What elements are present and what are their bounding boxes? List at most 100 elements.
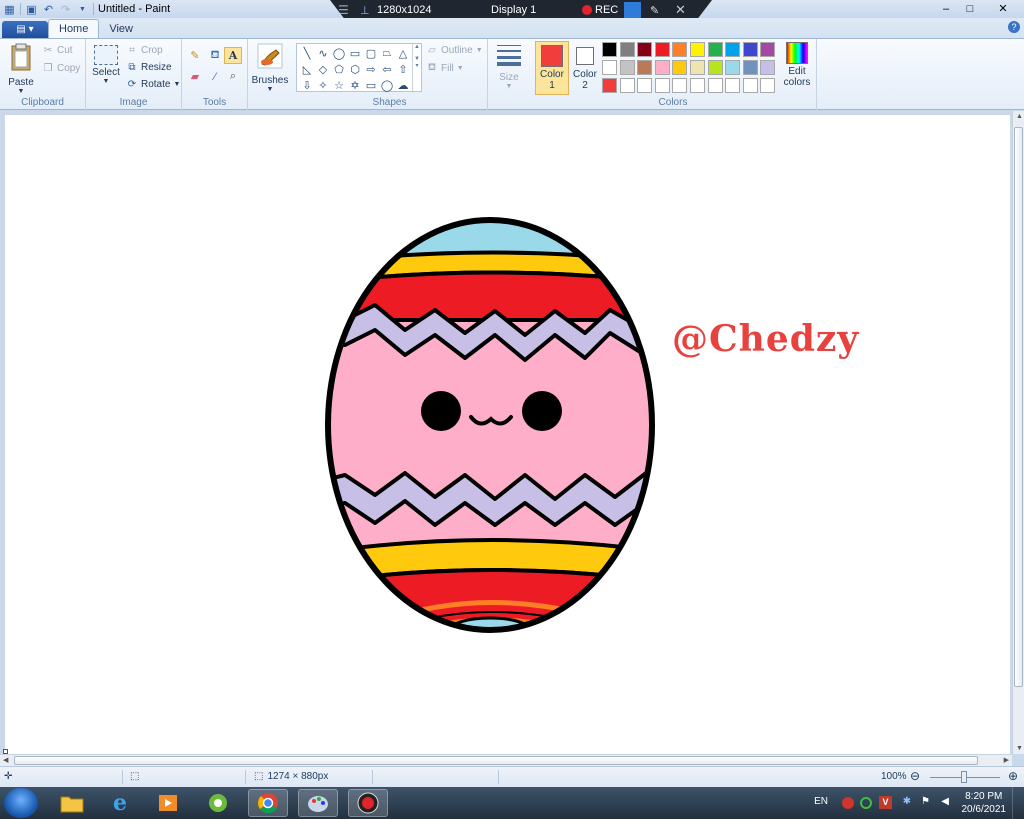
greenshot-icon[interactable] <box>198 789 238 817</box>
color-picker-icon[interactable]: ⁄ <box>206 68 224 85</box>
select-button[interactable]: Select ▼ <box>90 45 122 85</box>
pentagon-shape-icon[interactable]: ⬠ <box>331 61 347 77</box>
opera-tray-icon[interactable] <box>842 797 854 809</box>
cut-button[interactable]: ✂ Cut <box>42 44 73 56</box>
start-button[interactable] <box>4 788 38 818</box>
palette-swatch[interactable] <box>689 42 705 57</box>
webcam-icon[interactable] <box>624 2 641 18</box>
cloud-callout-icon[interactable]: ☁ <box>395 77 411 93</box>
undo-icon[interactable]: ↶ <box>42 3 55 16</box>
polygon-shape-icon[interactable]: ⏢ <box>379 45 395 61</box>
recorder-close-icon[interactable]: ✕ <box>675 2 686 18</box>
left-arrow-shape-icon[interactable]: ⇦ <box>379 61 395 77</box>
diamond-shape-icon[interactable]: ◇ <box>315 61 331 77</box>
antivirus-tray-icon[interactable]: V <box>879 796 892 809</box>
media-player-icon[interactable] <box>148 789 188 817</box>
close-button[interactable]: ✕ <box>982 0 1024 17</box>
palette-swatch[interactable] <box>760 42 776 57</box>
save-icon[interactable]: ▣ <box>25 3 38 16</box>
show-desktop-button[interactable] <box>1012 787 1024 819</box>
rounded-rectangle-shape-icon[interactable]: ▢ <box>363 45 379 61</box>
up-arrow-shape-icon[interactable]: ⇧ <box>395 61 411 77</box>
paint-app-icon[interactable]: ▦ <box>3 3 16 16</box>
palette-swatch[interactable] <box>707 78 723 93</box>
scroll-right-arrow[interactable]: ▶ <box>1004 756 1009 764</box>
scroll-up-arrow[interactable]: ▲ <box>1016 113 1023 120</box>
outline-button[interactable]: ▱ Outline ▼ <box>426 44 482 56</box>
recorder-taskbar-icon[interactable] <box>348 789 388 817</box>
palette-swatch[interactable] <box>672 78 688 93</box>
palette-swatch[interactable] <box>760 78 776 93</box>
palette-swatch[interactable] <box>689 78 705 93</box>
palette-swatch[interactable] <box>742 60 758 75</box>
record-label[interactable]: REC <box>595 4 618 16</box>
size-button[interactable]: Size ▼ <box>494 43 524 90</box>
palette-swatch[interactable] <box>672 60 688 75</box>
oval-callout-icon[interactable]: ◯ <box>379 77 395 93</box>
pen-icon[interactable]: ✎ <box>650 4 659 17</box>
palette-swatch[interactable] <box>725 60 741 75</box>
palette-swatch[interactable] <box>742 78 758 93</box>
color2-button[interactable]: Color 2 <box>568 41 602 95</box>
brushes-button[interactable]: Brushes ▼ <box>251 42 289 93</box>
palette-swatch[interactable] <box>619 42 635 57</box>
line-shape-icon[interactable]: ╲ <box>299 45 315 61</box>
scroll-left-arrow[interactable]: ◀ <box>3 756 8 764</box>
four-point-star-icon[interactable]: ✧ <box>315 77 331 93</box>
triangle-shape-icon[interactable]: △ <box>395 45 411 61</box>
tray-green-icon[interactable] <box>860 797 872 809</box>
internet-explorer-icon[interactable]: e <box>100 789 140 817</box>
eraser-icon[interactable]: ▰ <box>186 68 204 85</box>
vertical-scrollbar[interactable]: ▲ ▼ <box>1012 111 1024 754</box>
language-indicator[interactable]: EN <box>814 796 828 807</box>
help-icon[interactable]: ? <box>1008 21 1020 33</box>
right-arrow-shape-icon[interactable]: ⇨ <box>363 61 379 77</box>
six-point-star-icon[interactable]: ✡ <box>347 77 363 93</box>
palette-swatch[interactable] <box>637 60 653 75</box>
recorder-resolution[interactable]: 1280x1024 <box>377 4 431 16</box>
zoom-slider-thumb[interactable] <box>961 771 967 783</box>
record-dot-icon[interactable] <box>582 5 592 15</box>
rectangle-shape-icon[interactable]: ▭ <box>347 45 363 61</box>
palette-swatch[interactable] <box>637 42 653 57</box>
horizontal-scrollbar[interactable]: ◀ ▶ <box>0 754 1012 766</box>
horizontal-scroll-thumb[interactable] <box>14 756 978 765</box>
palette-swatch[interactable] <box>602 78 617 93</box>
palette-swatch[interactable] <box>637 78 653 93</box>
palette-swatch[interactable] <box>602 42 617 57</box>
palette-swatch[interactable] <box>619 60 635 75</box>
minimize-button[interactable]: – <box>934 0 958 17</box>
chrome-icon[interactable] <box>248 789 288 817</box>
paint-taskbar-icon[interactable] <box>298 789 338 817</box>
crop-button[interactable]: ⌗ Crop <box>126 44 163 56</box>
copy-button[interactable]: ❐ Copy <box>42 62 81 74</box>
palette-swatch[interactable] <box>619 78 635 93</box>
palette-swatch[interactable] <box>689 60 705 75</box>
shapes-scroll[interactable]: ▲ ▼ ▾ <box>412 44 421 91</box>
clock[interactable]: 8:20 PM 20/6/2021 <box>962 790 1007 816</box>
scroll-down-arrow[interactable]: ▼ <box>1016 745 1023 752</box>
oval-shape-icon[interactable]: ◯ <box>331 45 347 61</box>
paste-dropdown-icon[interactable]: ▼ <box>6 88 36 95</box>
palette-swatch[interactable] <box>707 60 723 75</box>
hexagon-shape-icon[interactable]: ⬡ <box>347 61 363 77</box>
rounded-callout-icon[interactable]: ▭ <box>363 77 379 93</box>
bluetooth-icon[interactable]: ✱ <box>903 796 911 807</box>
pencil-icon[interactable]: ✎ <box>186 47 204 64</box>
volume-icon[interactable]: ◀ <box>941 796 949 807</box>
right-triangle-shape-icon[interactable]: ◺ <box>299 61 315 77</box>
pin-icon[interactable]: ⊥ <box>360 4 370 17</box>
five-point-star-icon[interactable]: ☆ <box>331 77 347 93</box>
text-tool-icon[interactable]: A <box>224 47 242 64</box>
curve-shape-icon[interactable]: ∿ <box>315 45 331 61</box>
palette-swatch[interactable] <box>707 42 723 57</box>
file-explorer-icon[interactable] <box>52 789 92 817</box>
palette-swatch[interactable] <box>654 60 670 75</box>
resize-button[interactable]: ⧉ Resize <box>126 61 171 73</box>
edit-colors-button[interactable]: Edit colors <box>780 42 814 88</box>
qat-dropdown-icon[interactable]: ▼ <box>76 3 89 16</box>
down-arrow-shape-icon[interactable]: ⇩ <box>299 77 315 93</box>
tab-home[interactable]: Home <box>48 19 100 38</box>
maximize-button[interactable]: □ <box>958 0 982 17</box>
zoom-out-icon[interactable]: ⊖ <box>910 769 920 783</box>
